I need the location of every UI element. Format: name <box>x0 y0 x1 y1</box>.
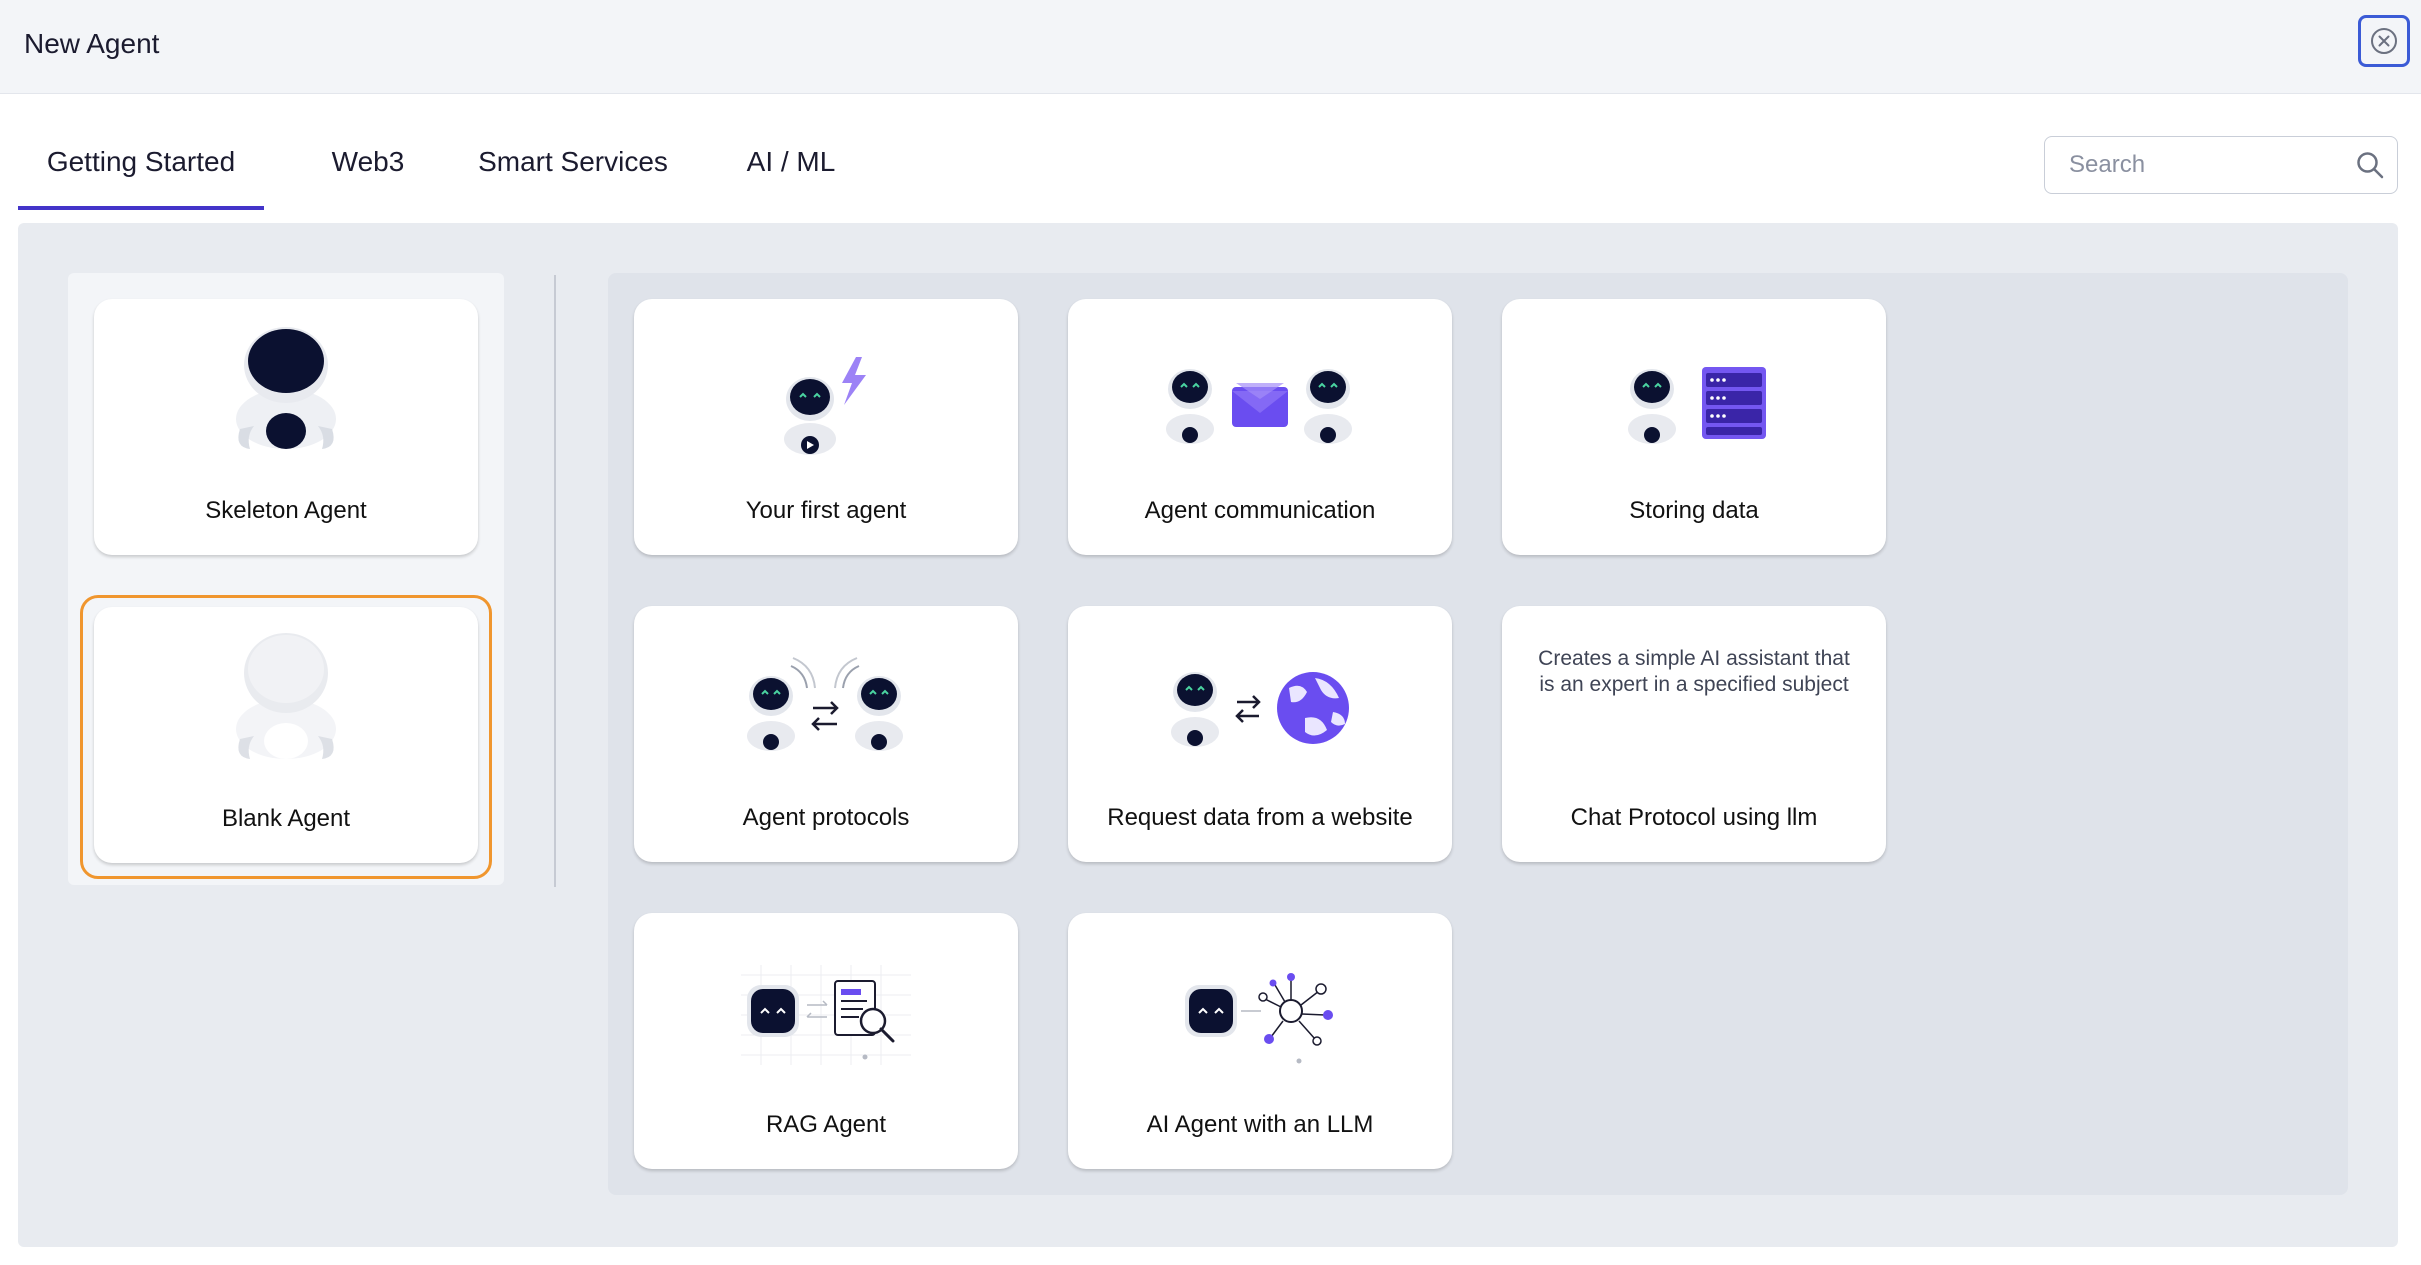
dialog-title: New Agent <box>24 28 160 59</box>
card-label: Blank Agent <box>221 805 351 832</box>
templates-panel: Skeleton Agent Blank Agent Your first ag… <box>18 223 2398 1247</box>
card-storing-data[interactable]: Storing data <box>1502 299 1886 555</box>
card-ai-agent-llm[interactable]: AI Agent with an LLM <box>1068 913 1452 1169</box>
robot-globe-icon <box>1171 672 1349 747</box>
card-label: AI Agent with an LLM <box>1146 1111 1374 1138</box>
robots-envelope-icon <box>1166 369 1352 444</box>
card-blank-agent[interactable]: Blank Agent <box>94 607 478 863</box>
card-label: Agent protocols <box>742 804 910 831</box>
tab-web3[interactable]: Web3 <box>308 128 428 210</box>
robot-database-icon <box>1628 367 1766 444</box>
card-label: Chat Protocol using llm <box>1570 804 1818 831</box>
search-icon[interactable] <box>2355 150 2385 180</box>
tab-getting-started[interactable]: Getting Started <box>18 128 264 210</box>
column-divider <box>554 275 556 887</box>
card-request-data-website[interactable]: Request data from a website <box>1068 606 1452 862</box>
card-agent-protocols[interactable]: Agent protocols <box>634 606 1018 862</box>
robot-lightning-icon <box>784 357 866 455</box>
card-label: Request data from a website <box>1107 804 1413 831</box>
close-icon <box>2371 28 2397 54</box>
card-skeleton-agent[interactable]: Skeleton Agent <box>94 299 478 555</box>
blank-robot-icon <box>236 633 336 759</box>
card-label: Your first agent <box>745 497 907 524</box>
robot-network-icon <box>1185 973 1333 1064</box>
skeleton-robot-icon <box>236 327 336 449</box>
robot-document-search-icon <box>741 965 911 1065</box>
card-rag-agent[interactable]: RAG Agent <box>634 913 1018 1169</box>
card-your-first-agent[interactable]: Your first agent <box>634 299 1018 555</box>
card-label: Skeleton Agent <box>205 497 367 524</box>
card-label: RAG Agent <box>765 1111 887 1138</box>
close-button[interactable] <box>2358 15 2410 67</box>
dialog-header: New Agent <box>0 0 2421 94</box>
card-description: Creates a simple AI assistant that is an… <box>1538 647 1850 696</box>
base-templates-column: Skeleton Agent Blank Agent <box>68 273 504 885</box>
card-agent-communication[interactable]: Agent communication <box>1068 299 1452 555</box>
robots-exchange-icon <box>747 657 903 751</box>
examples-grid: Your first agent Agent communication Sto… <box>608 273 2348 1195</box>
card-label: Agent communication <box>1144 497 1376 524</box>
tab-smart-services[interactable]: Smart Services <box>460 128 686 210</box>
search-input[interactable] <box>2045 137 2345 192</box>
card-label: Storing data <box>1629 497 1759 524</box>
search-box <box>2044 136 2398 194</box>
card-chat-protocol-llm[interactable]: Creates a simple AI assistant that is an… <box>1502 606 1886 862</box>
tab-ai-ml[interactable]: AI / ML <box>720 128 862 210</box>
